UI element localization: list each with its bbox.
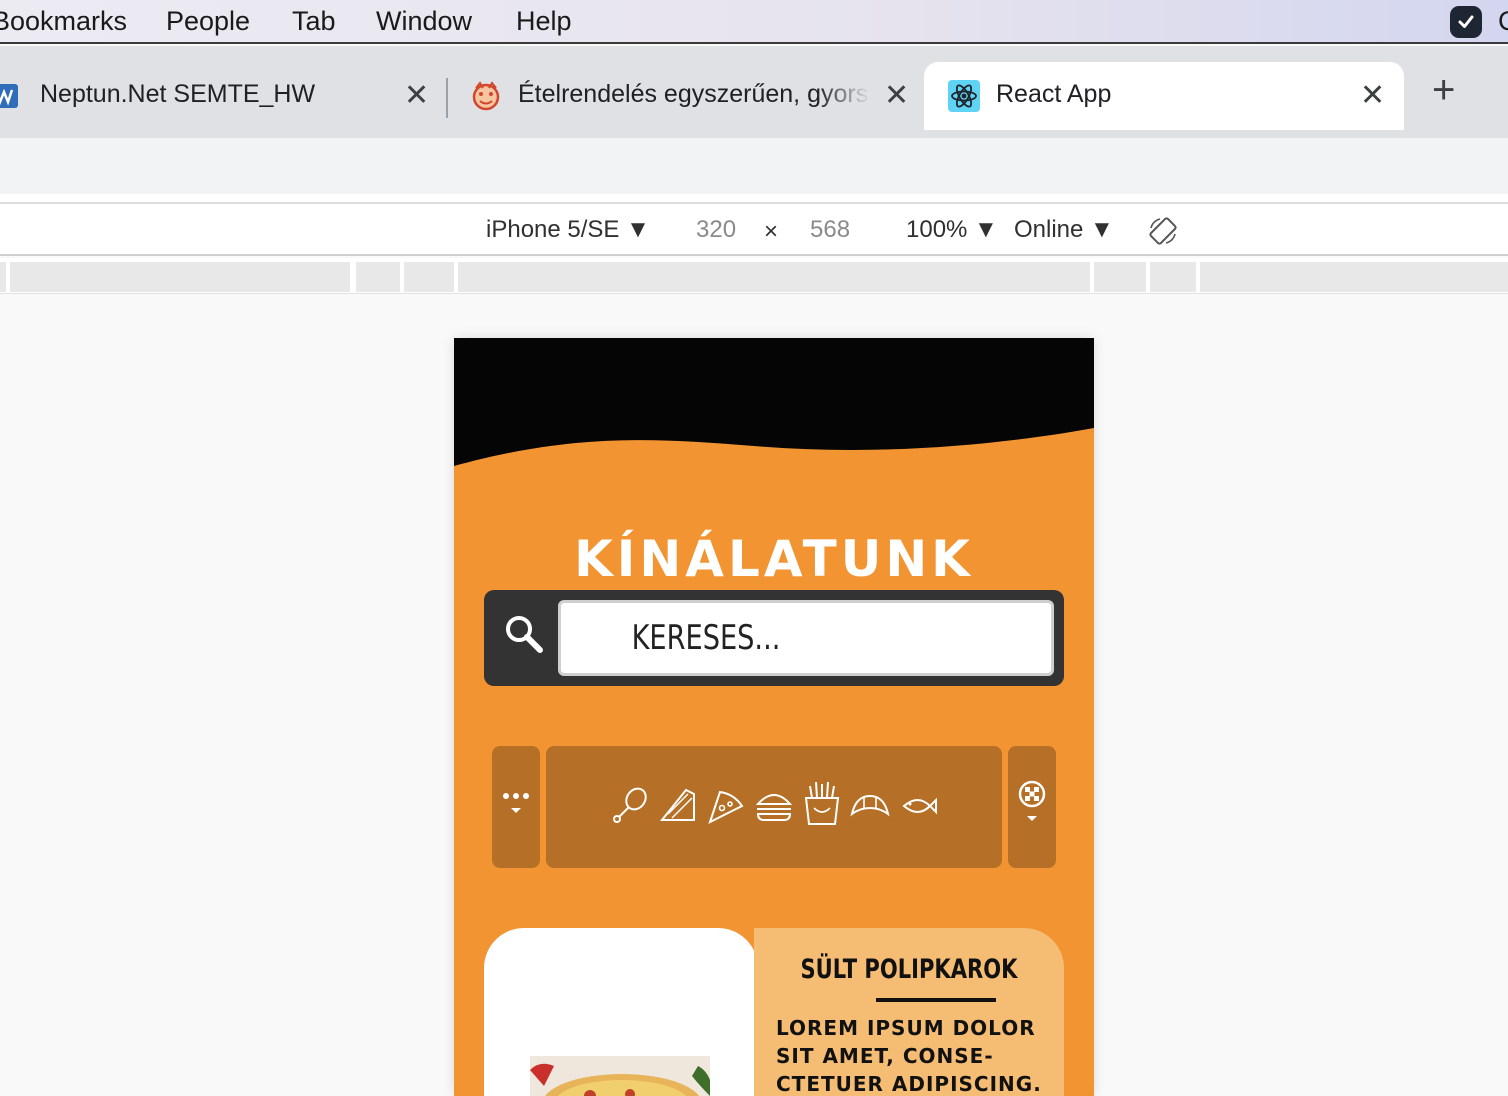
menu-help[interactable]: Help	[516, 6, 572, 37]
sandwich-icon[interactable]	[658, 786, 698, 826]
device-viewport: KÍNÁLATUNK KERESES... SÜLT POLIPKAROK LO…	[454, 338, 1094, 1096]
neptun-favicon-icon	[0, 84, 18, 108]
viewport-height-input[interactable]: 568	[810, 216, 850, 244]
checkered-flag-icon	[1018, 780, 1046, 821]
react-logo-icon	[948, 80, 980, 112]
card-description: Lorem ipsum dolor sit amet, conse-ctetue…	[776, 1016, 1042, 1096]
tab-title: React App	[996, 80, 1112, 108]
media-query-bar	[0, 258, 1508, 294]
tab-divider	[446, 78, 448, 118]
card-image-area	[484, 928, 758, 1096]
card-title: SÜLT POLIPKAROK	[800, 954, 1018, 985]
hero-wave-banner	[454, 338, 1094, 478]
media-query-segment[interactable]	[1150, 262, 1196, 292]
rotate-device-icon[interactable]	[1148, 216, 1178, 246]
device-select[interactable]: iPhone 5/SE ▼	[486, 216, 650, 244]
media-query-segment[interactable]	[404, 262, 454, 292]
media-query-segment[interactable]	[356, 262, 400, 292]
media-query-segment[interactable]	[458, 262, 1090, 292]
more-options-button[interactable]	[492, 746, 540, 868]
network-throttle-select[interactable]: Online ▼	[1014, 216, 1114, 244]
media-query-segment[interactable]	[1094, 262, 1146, 292]
pizza-photo	[530, 1056, 710, 1096]
tab-title: Ételrendelés egyszerűen, gyors	[518, 80, 869, 108]
close-icon[interactable]: ✕	[1360, 78, 1385, 113]
media-query-segment[interactable]	[10, 262, 350, 292]
search-bar	[484, 590, 1064, 686]
food-mascot-favicon-icon	[472, 81, 500, 111]
close-icon[interactable]: ✕	[404, 78, 429, 113]
menu-bar: Bookmarks People Tab Window Help C	[0, 0, 1508, 44]
title-underline	[876, 998, 996, 1002]
media-query-segment[interactable]	[1200, 262, 1508, 292]
menu-item-card[interactable]: SÜLT POLIPKAROK Lorem ipsum dolor sit am…	[484, 928, 1064, 1096]
new-tab-plus-icon[interactable]: +	[1432, 68, 1455, 113]
browser-toolbar	[0, 138, 1508, 194]
device-toolbar: iPhone 5/SE ▼ 320 × 568 100% ▼ Online ▼	[0, 204, 1508, 256]
tab-react-app[interactable]: React App ✕	[924, 62, 1404, 130]
media-query-segment[interactable]	[0, 262, 6, 292]
card-body: SÜLT POLIPKAROK Lorem ipsum dolor sit am…	[754, 928, 1064, 1096]
burger-icon[interactable]	[754, 786, 794, 826]
menu-tab[interactable]: Tab	[292, 6, 336, 37]
search-icon[interactable]	[502, 612, 546, 656]
tab-etelrendeles[interactable]: Ételrendelés egyszerűen, gyors ✕	[452, 62, 922, 130]
zoom-select[interactable]: 100% ▼	[906, 216, 998, 244]
pizza-slice-icon[interactable]	[706, 786, 746, 826]
search-input[interactable]	[558, 600, 1054, 676]
fish-icon[interactable]	[898, 786, 938, 826]
chicken-leg-icon[interactable]	[610, 786, 650, 826]
croissant-icon[interactable]	[850, 786, 890, 826]
close-icon[interactable]: ✕	[884, 78, 909, 113]
dimension-separator: ×	[764, 218, 779, 245]
viewport-width-input[interactable]: 320	[696, 216, 736, 244]
tab-neptun[interactable]: Neptun.Net SEMTE_HW ✕	[0, 62, 446, 130]
category-filter-bar	[546, 746, 1002, 868]
sort-dropdown-button[interactable]	[1008, 746, 1056, 868]
menu-bookmarks[interactable]: Bookmarks	[0, 6, 127, 37]
menu-people[interactable]: People	[166, 6, 250, 37]
tab-title: Neptun.Net SEMTE_HW	[40, 80, 316, 108]
section-title: KÍNÁLATUNK	[574, 530, 974, 588]
toolbar-divider	[0, 194, 1508, 204]
menubar-trailing-item[interactable]: C	[1498, 6, 1508, 37]
fries-icon[interactable]	[802, 780, 842, 826]
more-dots-icon	[503, 793, 529, 813]
menu-window[interactable]: Window	[376, 6, 472, 37]
checkmark-status-icon[interactable]	[1450, 6, 1482, 38]
tab-strip: Neptun.Net SEMTE_HW ✕ Ételrendelés egysz…	[0, 46, 1508, 138]
